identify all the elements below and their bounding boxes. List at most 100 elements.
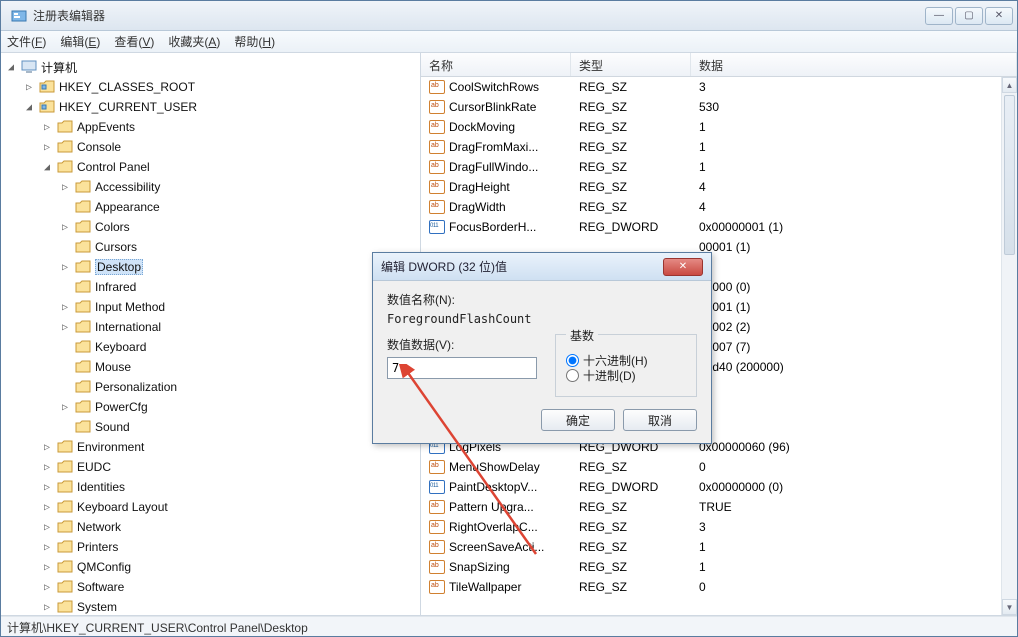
- scroll-down-icon[interactable]: ▼: [1002, 599, 1017, 615]
- tree-item[interactable]: ◢计算机: [1, 57, 420, 77]
- list-row[interactable]: FocusBorderH...REG_DWORD0x00000001 (1): [421, 217, 1017, 237]
- expand-icon[interactable]: ▷: [59, 322, 71, 333]
- tree-item[interactable]: Mouse: [1, 357, 420, 377]
- folder-icon: [75, 260, 91, 274]
- expand-icon[interactable]: ▷: [59, 262, 71, 273]
- cell-name: DragFromMaxi...: [421, 140, 571, 154]
- tree-item[interactable]: ▷HKEY_CLASSES_ROOT: [1, 77, 420, 97]
- expand-icon[interactable]: ▷: [41, 442, 53, 453]
- regedit-icon: [11, 8, 27, 24]
- radio-dec-row[interactable]: 十进制(D): [566, 367, 686, 384]
- expand-icon[interactable]: ▷: [41, 142, 53, 153]
- tree-label: Sound: [95, 420, 130, 434]
- menu-v[interactable]: 查看(V): [114, 33, 154, 50]
- expand-icon[interactable]: ▷: [41, 602, 53, 613]
- expand-icon[interactable]: ▷: [41, 502, 53, 513]
- list-row[interactable]: DragHeightREG_SZ4: [421, 177, 1017, 197]
- expand-icon[interactable]: ▷: [41, 482, 53, 493]
- tree-item[interactable]: ▷Input Method: [1, 297, 420, 317]
- expand-icon[interactable]: ▷: [41, 562, 53, 573]
- tree-item[interactable]: Keyboard: [1, 337, 420, 357]
- list-row[interactable]: CoolSwitchRowsREG_SZ3: [421, 77, 1017, 97]
- tree-item[interactable]: ▷International: [1, 317, 420, 337]
- scroll-up-icon[interactable]: ▲: [1002, 77, 1017, 93]
- expand-icon[interactable]: ▷: [23, 82, 35, 93]
- cell-name: DragWidth: [421, 200, 571, 214]
- list-row[interactable]: TileWallpaperREG_SZ0: [421, 577, 1017, 597]
- expand-icon[interactable]: ▷: [41, 462, 53, 473]
- tree-item[interactable]: ▷AppEvents: [1, 117, 420, 137]
- list-row[interactable]: PaintDesktopV...REG_DWORD0x00000000 (0): [421, 477, 1017, 497]
- tree-item[interactable]: ▷EUDC: [1, 457, 420, 477]
- expand-icon[interactable]: ▷: [59, 182, 71, 193]
- dialog-titlebar[interactable]: 编辑 DWORD (32 位)值 ✕: [373, 253, 711, 281]
- radio-hex[interactable]: [566, 354, 579, 367]
- tree-item[interactable]: ▷Accessibility: [1, 177, 420, 197]
- column-type[interactable]: 类型: [571, 53, 691, 76]
- tree-item[interactable]: Cursors: [1, 237, 420, 257]
- tree-item[interactable]: ▷Console: [1, 137, 420, 157]
- tree-item[interactable]: Personalization: [1, 377, 420, 397]
- expand-icon[interactable]: ▷: [41, 542, 53, 553]
- expand-icon[interactable]: ▷: [41, 122, 53, 133]
- tree-item[interactable]: Sound: [1, 417, 420, 437]
- tree-label: System: [77, 600, 117, 614]
- tree-item[interactable]: ◢HKEY_CURRENT_USER: [1, 97, 420, 117]
- vertical-scrollbar[interactable]: ▲ ▼: [1001, 77, 1017, 615]
- tree-item[interactable]: ▷Printers: [1, 537, 420, 557]
- list-row[interactable]: DockMovingREG_SZ1: [421, 117, 1017, 137]
- radio-dec[interactable]: [566, 369, 579, 382]
- menu-f[interactable]: 文件(F): [7, 33, 46, 50]
- radio-dec-label: 十进制(D): [583, 367, 636, 384]
- expand-icon[interactable]: ◢: [5, 62, 17, 73]
- ok-button[interactable]: 确定: [541, 409, 615, 431]
- list-row[interactable]: ScreenSaveActi...REG_SZ1: [421, 537, 1017, 557]
- list-row[interactable]: Pattern Upgra...REG_SZTRUE: [421, 497, 1017, 517]
- list-row[interactable]: SnapSizingREG_SZ1: [421, 557, 1017, 577]
- minimize-button[interactable]: —: [925, 7, 953, 25]
- tree-pane[interactable]: ◢计算机▷HKEY_CLASSES_ROOT◢HKEY_CURRENT_USER…: [1, 53, 421, 615]
- close-button[interactable]: ✕: [985, 7, 1013, 25]
- expand-icon[interactable]: ▷: [59, 402, 71, 413]
- list-row[interactable]: DragWidthREG_SZ4: [421, 197, 1017, 217]
- tree-item[interactable]: ▷Identities: [1, 477, 420, 497]
- tree-label: Infrared: [95, 280, 136, 294]
- tree-item[interactable]: ▷Desktop: [1, 257, 420, 277]
- expand-icon[interactable]: ▷: [59, 222, 71, 233]
- tree-item[interactable]: ▷PowerCfg: [1, 397, 420, 417]
- tree-item[interactable]: ◢Control Panel: [1, 157, 420, 177]
- column-data[interactable]: 数据: [691, 53, 1017, 76]
- list-row[interactable]: DragFromMaxi...REG_SZ1: [421, 137, 1017, 157]
- column-name[interactable]: 名称: [421, 53, 571, 76]
- titlebar[interactable]: 注册表编辑器 — ▢ ✕: [1, 1, 1017, 31]
- scroll-thumb[interactable]: [1004, 95, 1015, 255]
- list-row[interactable]: DragFullWindo...REG_SZ1: [421, 157, 1017, 177]
- folder-icon: [39, 100, 55, 114]
- tree-item[interactable]: ▷Software: [1, 577, 420, 597]
- value-data-input[interactable]: [387, 357, 537, 379]
- cancel-button[interactable]: 取消: [623, 409, 697, 431]
- expand-icon[interactable]: ◢: [23, 102, 35, 113]
- tree-item[interactable]: ▷Environment: [1, 437, 420, 457]
- menu-e[interactable]: 编辑(E): [60, 33, 100, 50]
- dialog-close-button[interactable]: ✕: [663, 258, 703, 276]
- tree-item[interactable]: ▷ System: [1, 597, 420, 615]
- menu-a[interactable]: 收藏夹(A): [168, 33, 220, 50]
- tree-item[interactable]: ▷Network: [1, 517, 420, 537]
- expand-icon[interactable]: ◢: [41, 162, 53, 173]
- tree-item[interactable]: Infrared: [1, 277, 420, 297]
- expand-icon[interactable]: ▷: [41, 522, 53, 533]
- tree-item[interactable]: Appearance: [1, 197, 420, 217]
- list-row[interactable]: MenuShowDelayREG_SZ0: [421, 457, 1017, 477]
- maximize-button[interactable]: ▢: [955, 7, 983, 25]
- tree-item[interactable]: ▷QMConfig: [1, 557, 420, 577]
- cell-type: REG_SZ: [571, 80, 691, 94]
- list-row[interactable]: RightOverlapC...REG_SZ3: [421, 517, 1017, 537]
- tree-item[interactable]: ▷Colors: [1, 217, 420, 237]
- tree-item[interactable]: ▷Keyboard Layout: [1, 497, 420, 517]
- expand-icon[interactable]: ▷: [59, 302, 71, 313]
- expand-icon[interactable]: ▷: [41, 582, 53, 593]
- list-row[interactable]: CursorBlinkRateREG_SZ530: [421, 97, 1017, 117]
- cell-name: DockMoving: [421, 120, 571, 134]
- menu-h[interactable]: 帮助(H): [234, 33, 275, 50]
